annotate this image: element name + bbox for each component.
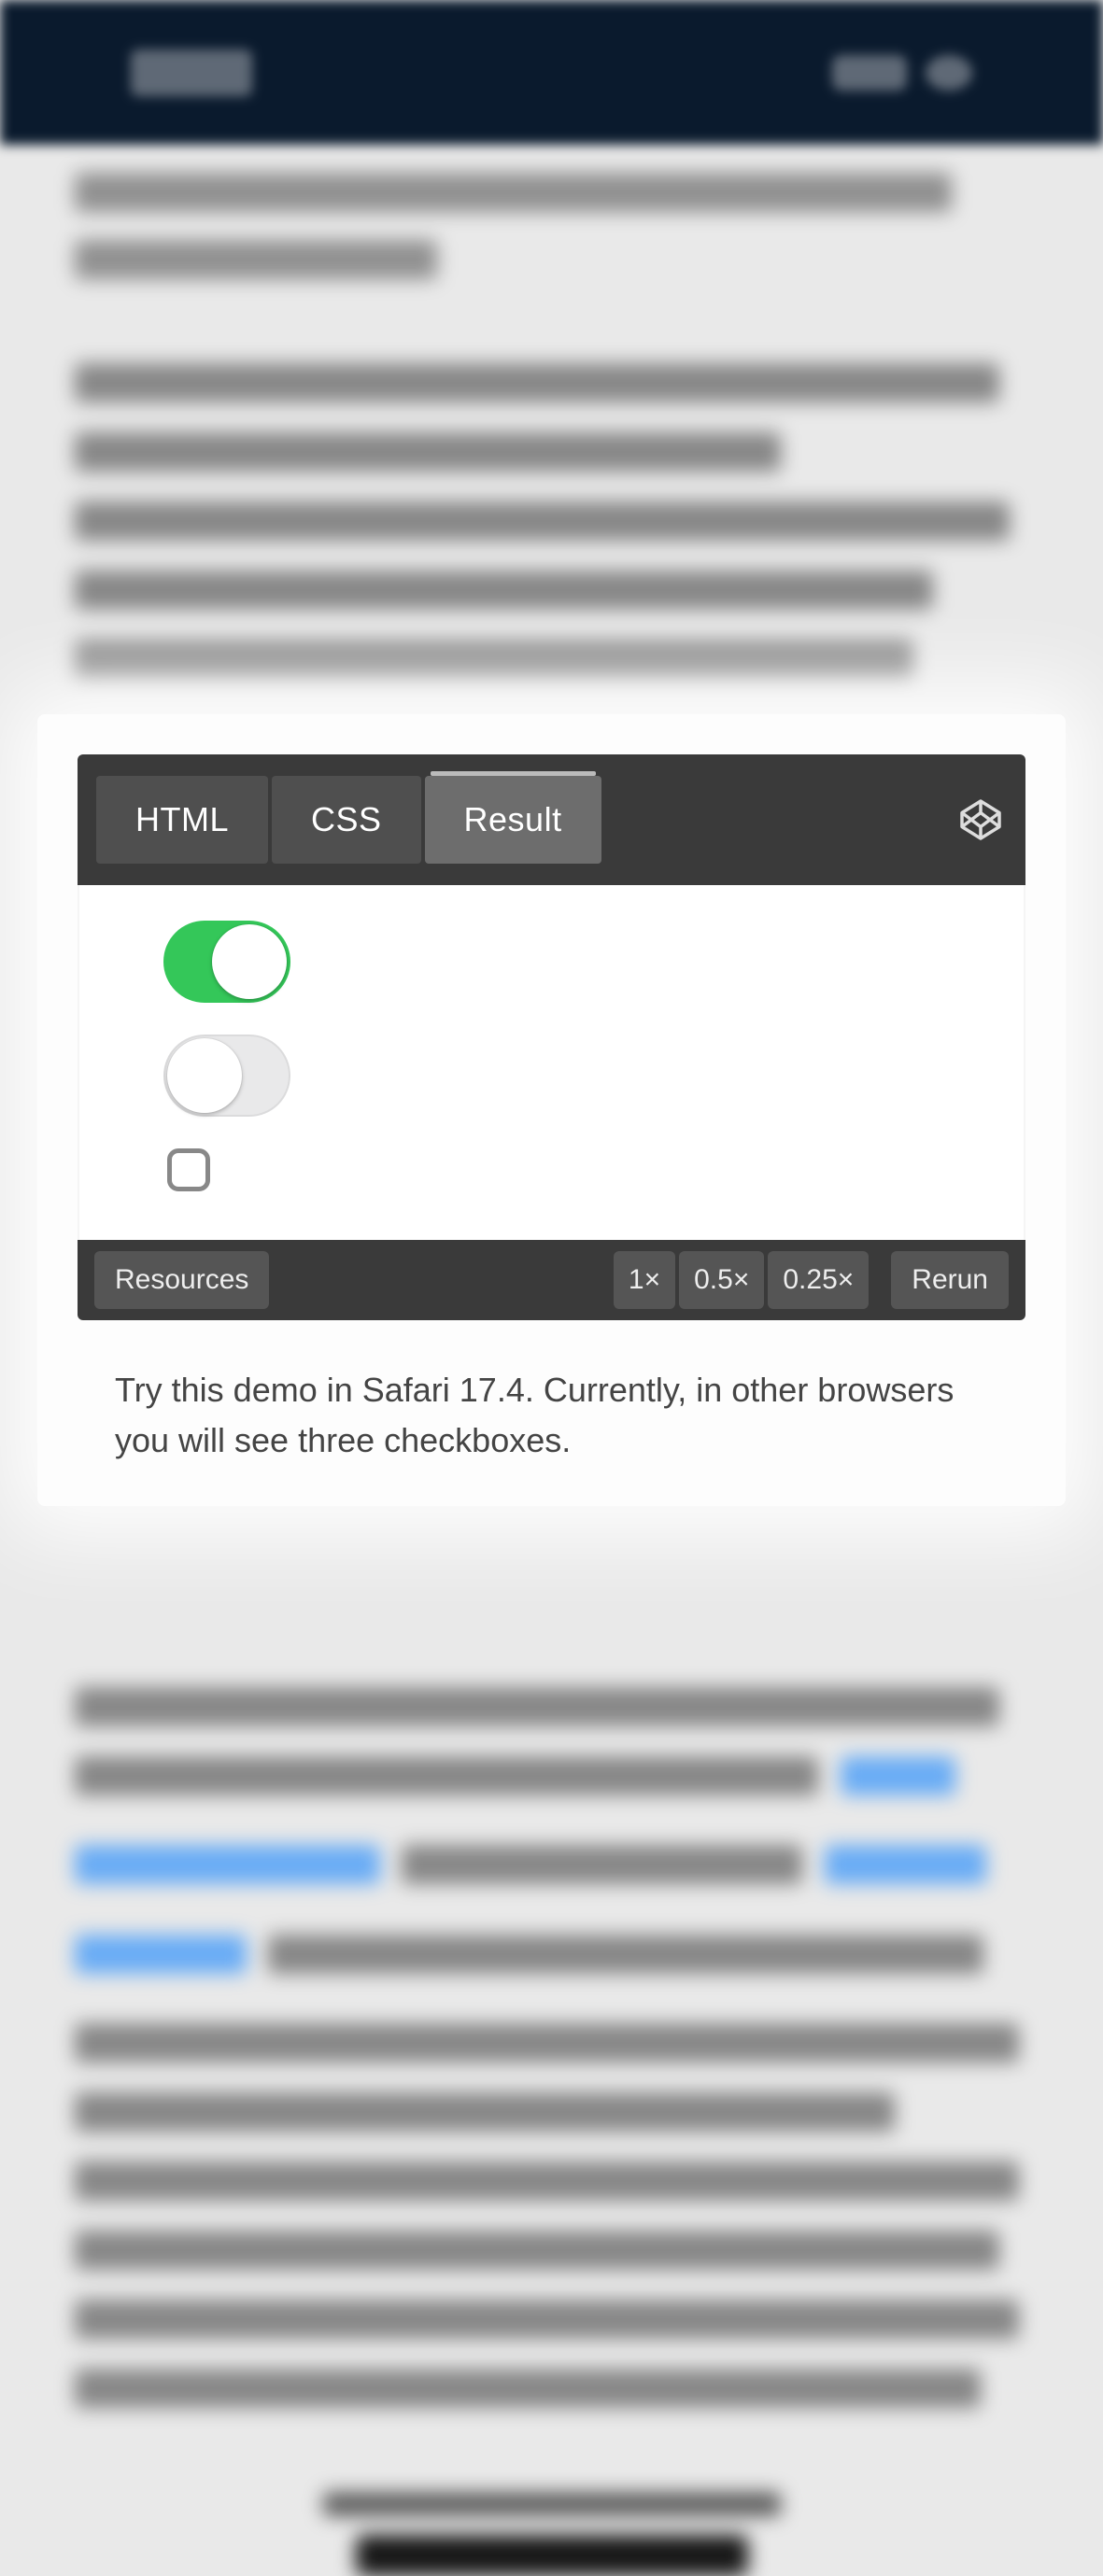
zoom-controls: 1× 0.5× 0.25× [614, 1251, 869, 1309]
codepen-embed: HTML CSS Result Resources 1 [37, 714, 1066, 1506]
codepen-tab-bar: HTML CSS Result [78, 754, 1025, 885]
switch-thumb [212, 924, 287, 999]
tab-result[interactable]: Result [425, 776, 601, 864]
checkbox-unchecked[interactable] [167, 1148, 210, 1191]
tab-css[interactable]: CSS [272, 776, 421, 864]
switch-on[interactable] [163, 921, 290, 1003]
codepen-footer: Resources 1× 0.5× 0.25× Rerun [78, 1240, 1025, 1320]
site-logo [131, 49, 252, 96]
switch-thumb [167, 1038, 242, 1113]
resources-button[interactable]: Resources [94, 1251, 269, 1309]
figure-caption: Try this demo in Safari 17.4. Currently,… [78, 1320, 1025, 1466]
switch-off[interactable] [163, 1035, 290, 1117]
site-nav [0, 0, 1103, 145]
zoom-025x-button[interactable]: 0.25× [768, 1251, 869, 1309]
zoom-05x-button[interactable]: 0.5× [679, 1251, 764, 1309]
zoom-1x-button[interactable]: 1× [614, 1251, 675, 1309]
codepen-logo-icon[interactable] [955, 794, 1007, 846]
tab-html[interactable]: HTML [96, 776, 268, 864]
rerun-button[interactable]: Rerun [891, 1251, 1009, 1309]
nav-actions [832, 55, 972, 91]
result-pane [78, 885, 1025, 1240]
